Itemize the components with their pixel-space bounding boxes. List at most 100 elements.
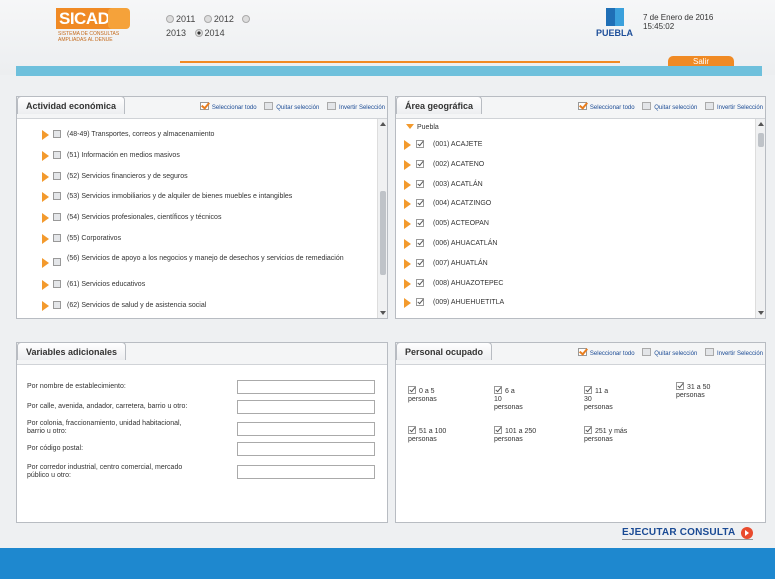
nombre-establecimiento-input[interactable]	[237, 380, 375, 394]
expand-arrow-icon[interactable]	[404, 238, 411, 249]
scroll-thumb[interactable]	[758, 133, 764, 147]
expand-arrow-icon[interactable]	[404, 258, 411, 269]
collapse-arrow-icon[interactable]	[406, 124, 414, 129]
expand-arrow-icon[interactable]	[404, 199, 411, 210]
area-scrollbar[interactable]	[755, 119, 765, 318]
colonia-input[interactable]	[237, 422, 375, 436]
checkbox[interactable]	[53, 233, 61, 242]
checkbox-checked[interactable]	[676, 382, 684, 390]
personal-option[interactable]: 11 a 30 personas	[584, 386, 613, 412]
checkbox[interactable]	[53, 192, 61, 201]
list-item[interactable]: (002) ACATENO	[396, 158, 751, 178]
checkbox-checked[interactable]	[494, 386, 502, 394]
personal-option[interactable]: 101 a 250 personas	[494, 426, 546, 444]
area-invert-button[interactable]: Invertir Selección	[704, 102, 763, 111]
year-option-blank[interactable]	[242, 14, 252, 24]
list-item[interactable]: (53) Servicios inmobiliarios y de alquil…	[17, 191, 377, 212]
expand-arrow-icon[interactable]	[404, 140, 411, 150]
checkbox[interactable]	[53, 150, 61, 159]
expand-arrow-icon[interactable]	[42, 192, 49, 203]
list-item[interactable]: (48-49) Transportes, correos y almacenam…	[17, 129, 377, 150]
area-clear-button[interactable]: Quitar selección	[642, 102, 697, 111]
sicad-logo[interactable]: SICAD SISTEMA DE CONSULTAS AMPLIADAS AL …	[56, 8, 130, 48]
checkbox-checked[interactable]	[416, 179, 424, 188]
expand-arrow-icon[interactable]	[404, 298, 411, 309]
expand-arrow-icon[interactable]	[404, 278, 411, 289]
list-item[interactable]: (61) Servicios educativos	[17, 279, 377, 300]
radio-icon[interactable]	[203, 15, 212, 23]
codigo-postal-input[interactable]	[237, 442, 375, 456]
checkbox[interactable]	[53, 279, 61, 288]
year-option-2013[interactable]: 2013	[166, 28, 186, 38]
list-item[interactable]: (52) Servicios financieros y de seguros	[17, 171, 377, 192]
checkbox-checked[interactable]	[416, 278, 424, 287]
actividad-clear-button[interactable]: Quitar selección	[264, 102, 319, 111]
expand-arrow-icon[interactable]	[404, 219, 411, 230]
checkbox[interactable]	[53, 257, 61, 266]
list-item[interactable]: (62) Servicios de salud y de asistencia …	[17, 300, 377, 321]
scroll-up-icon[interactable]	[380, 122, 386, 126]
list-item[interactable]: (009) AHUEHUETITLA	[396, 296, 751, 309]
checkbox-checked[interactable]	[494, 426, 502, 434]
radio-icon[interactable]	[242, 15, 251, 23]
personal-option[interactable]: 6 a 10 personas	[494, 386, 523, 412]
year-option-2014[interactable]: 2014	[194, 28, 225, 38]
expand-arrow-icon[interactable]	[42, 257, 49, 268]
personal-option[interactable]: 251 y más personas	[584, 426, 634, 444]
list-item[interactable]: (008) AHUAZOTEPEC	[396, 277, 751, 297]
list-item[interactable]: (005) ACTEOPAN	[396, 217, 751, 237]
personal-option[interactable]: 31 a 50 personas	[676, 382, 734, 400]
list-item[interactable]: (001) ACAJETE	[396, 138, 751, 158]
checkbox-checked[interactable]	[408, 386, 416, 394]
checkbox-checked[interactable]	[408, 426, 416, 434]
corredor-input[interactable]	[237, 465, 375, 479]
checkbox[interactable]	[53, 300, 61, 309]
checkbox-checked[interactable]	[416, 159, 424, 168]
expand-arrow-icon[interactable]	[42, 171, 49, 182]
checkbox[interactable]	[53, 171, 61, 180]
personal-clear-button[interactable]: Quitar selección	[642, 348, 697, 357]
ejecutar-consulta-button[interactable]: EJECUTAR CONSULTA	[622, 527, 754, 540]
expand-arrow-icon[interactable]	[42, 150, 49, 161]
expand-arrow-icon[interactable]	[42, 130, 49, 140]
list-item[interactable]: (007) AHUATLÁN	[396, 257, 751, 277]
checkbox-checked[interactable]	[416, 199, 424, 208]
personal-option[interactable]: 51 a 100 personas	[408, 426, 458, 444]
checkbox-checked[interactable]	[416, 140, 424, 148]
expand-arrow-icon[interactable]	[404, 179, 411, 190]
personal-select-all-button[interactable]: Seleccionar todo	[577, 348, 635, 357]
checkbox[interactable]	[53, 130, 61, 138]
personal-invert-button[interactable]: Invertir Selección	[704, 348, 763, 357]
list-item[interactable]: (004) ACATZINGO	[396, 197, 751, 217]
expand-arrow-icon[interactable]	[42, 233, 49, 244]
list-item[interactable]: (55) Corporativos	[17, 233, 377, 254]
area-root-item[interactable]: Puebla	[406, 124, 439, 131]
actividad-invert-button[interactable]: Invertir Selección	[326, 102, 385, 111]
actividad-select-all-button[interactable]: Seleccionar todo	[199, 102, 257, 111]
list-item[interactable]: (54) Servicios profesionales, científico…	[17, 212, 377, 233]
checkbox-checked[interactable]	[416, 219, 424, 228]
checkbox-checked[interactable]	[584, 386, 592, 394]
checkbox-checked[interactable]	[416, 298, 424, 307]
area-select-all-button[interactable]: Seleccionar todo	[577, 102, 635, 111]
radio-icon[interactable]	[166, 15, 174, 23]
checkbox-checked[interactable]	[416, 258, 424, 267]
checkbox[interactable]	[53, 213, 61, 222]
personal-option[interactable]: 0 a 5 personas	[408, 386, 437, 404]
calle-input[interactable]	[237, 400, 375, 414]
expand-arrow-icon[interactable]	[42, 279, 49, 290]
year-option-2011[interactable]: 2011	[166, 14, 195, 24]
expand-arrow-icon[interactable]	[42, 300, 49, 311]
actividad-scrollbar[interactable]	[377, 119, 387, 318]
list-item[interactable]: (51) Información en medios masivos	[17, 150, 377, 171]
scroll-up-icon[interactable]	[758, 122, 764, 126]
scroll-down-icon[interactable]	[380, 311, 386, 315]
year-option-2012[interactable]: 2012	[203, 14, 234, 24]
expand-arrow-icon[interactable]	[404, 159, 411, 170]
scroll-thumb[interactable]	[380, 191, 386, 275]
checkbox-checked[interactable]	[584, 426, 592, 434]
scroll-down-icon[interactable]	[758, 311, 764, 315]
checkbox-checked[interactable]	[416, 238, 424, 247]
radio-selected-icon[interactable]	[194, 29, 203, 37]
expand-arrow-icon[interactable]	[42, 213, 49, 224]
